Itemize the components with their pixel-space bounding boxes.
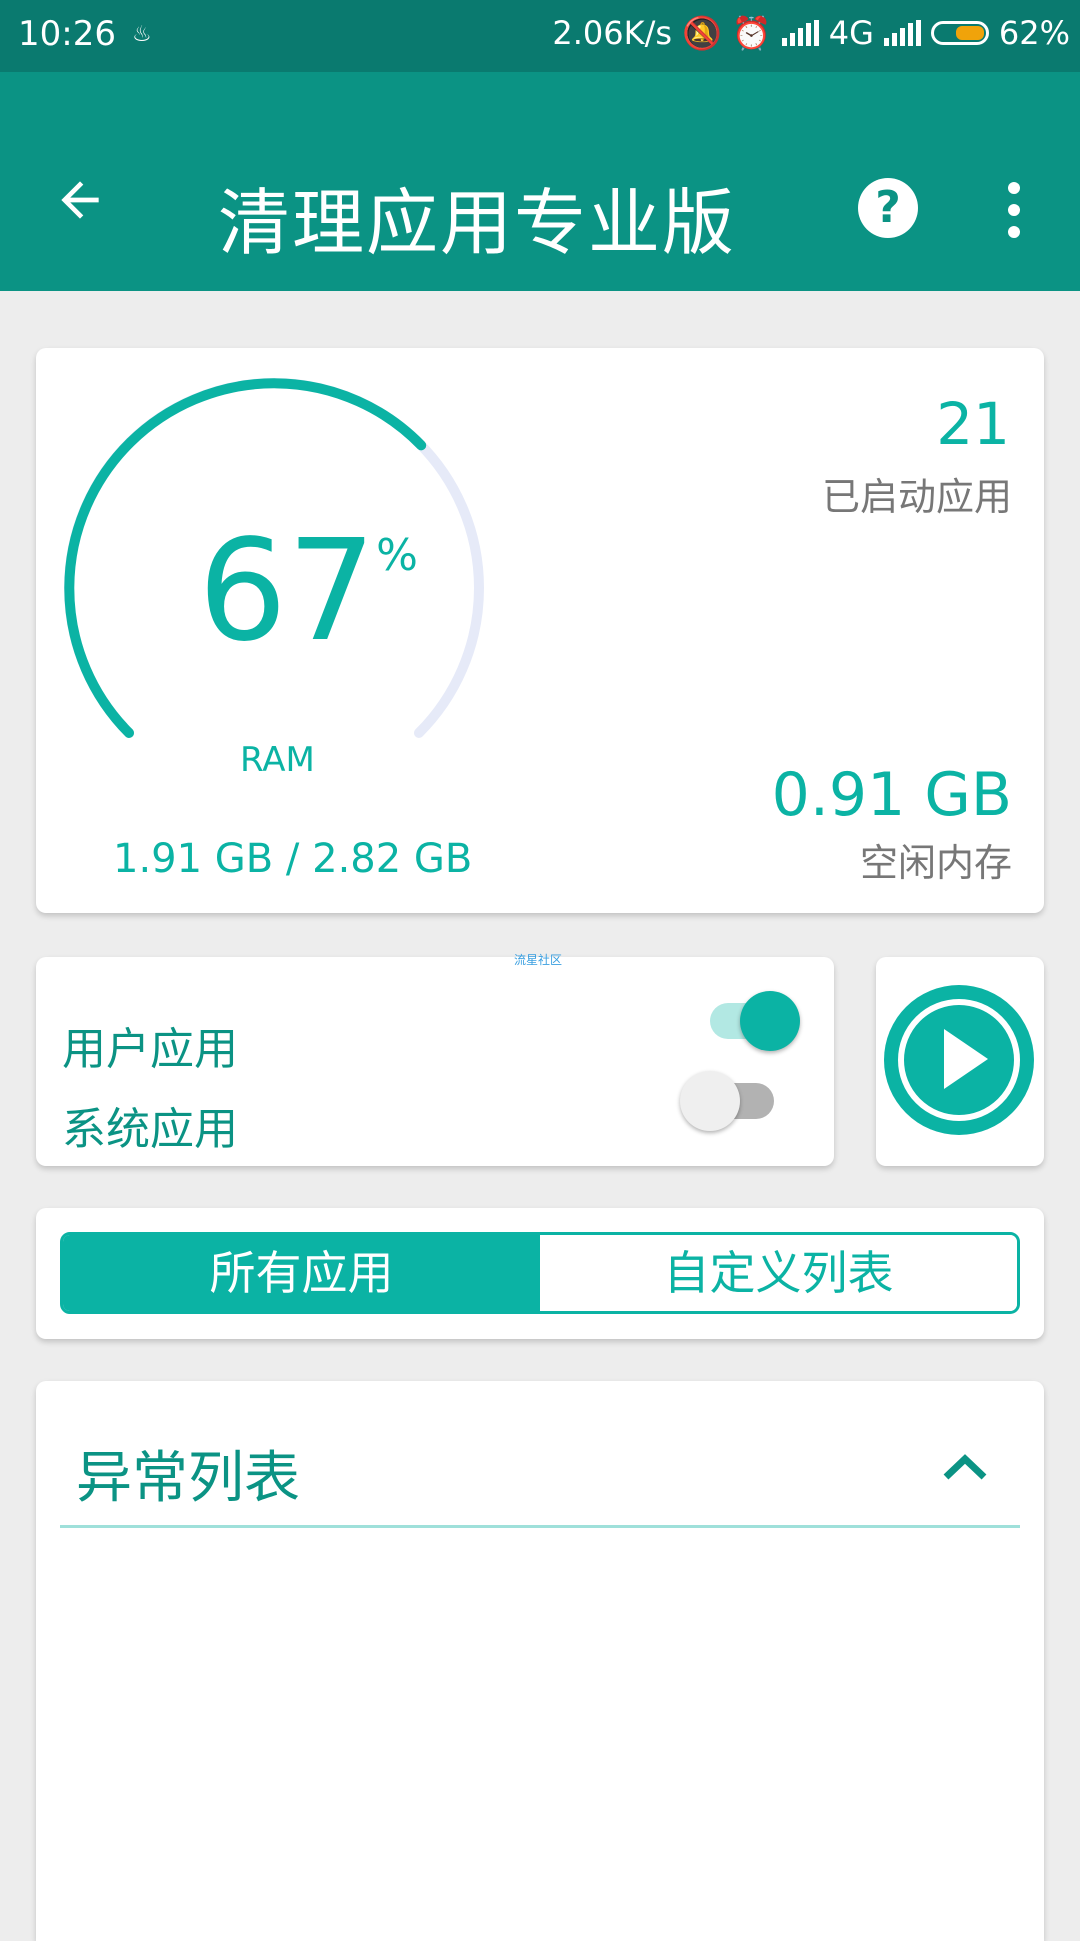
start-clean-button[interactable] [884, 985, 1034, 1135]
network-type: 4G [828, 14, 874, 52]
page-title: 清理应用专业版 [218, 181, 737, 265]
play-icon [944, 1029, 988, 1089]
tab-all-apps[interactable]: 所有应用 [63, 1235, 540, 1311]
tab-custom-list[interactable]: 自定义列表 [540, 1235, 1017, 1311]
segmented-control: 所有应用 自定义列表 [60, 1232, 1020, 1314]
free-memory-label: 空闲内存 [859, 841, 1012, 885]
alarm-icon: ⏰ [731, 14, 772, 52]
ram-used: 1.91 GB / 2.82 GB [113, 836, 473, 882]
running-apps-label: 已启动应用 [821, 475, 1012, 519]
app-bar: 清理应用专业版 ? [0, 72, 1080, 291]
status-right: 2.06K/s 🔕 ⏰ 4G 62% [552, 14, 1070, 52]
mute-bell-icon: 🔕 [682, 14, 722, 52]
more-vert-icon[interactable] [1004, 182, 1024, 238]
anomaly-divider [60, 1525, 1020, 1528]
status-bar: 10:26 ♨ 2.06K/s 🔕 ⏰ 4G 62% [0, 0, 1080, 72]
ram-percent: 67% [198, 510, 418, 673]
watermark-text: 流星社区 [514, 953, 563, 967]
free-memory-value: 0.91 GB [771, 760, 1012, 830]
battery-percent: 62% [998, 14, 1070, 52]
battery-icon [930, 21, 989, 45]
segment-card: 所有应用 自定义列表 [36, 1208, 1044, 1339]
anomaly-card: 异常列表 [36, 1381, 1044, 1941]
notification-icon: ♨ [132, 22, 152, 47]
network-speed: 2.06K/s [552, 14, 673, 52]
anomaly-title: 异常列表 [76, 1446, 300, 1511]
running-apps-count: 21 [936, 390, 1010, 458]
play-card [876, 957, 1044, 1166]
signal-icon-2 [883, 20, 921, 46]
system-apps-label: 系统应用 [62, 1104, 238, 1155]
toggle-card: 用户应用 系统应用 [36, 957, 834, 1166]
back-arrow-icon[interactable] [52, 172, 108, 228]
ram-label: RAM [240, 740, 315, 780]
user-apps-label: 用户应用 [62, 1024, 238, 1075]
status-time: 10:26 [18, 14, 116, 54]
system-apps-switch[interactable] [680, 1071, 780, 1131]
signal-icon [781, 20, 819, 46]
chevron-up-icon[interactable] [940, 1451, 990, 1483]
user-apps-switch[interactable] [704, 991, 804, 1051]
help-icon[interactable]: ? [858, 178, 918, 238]
